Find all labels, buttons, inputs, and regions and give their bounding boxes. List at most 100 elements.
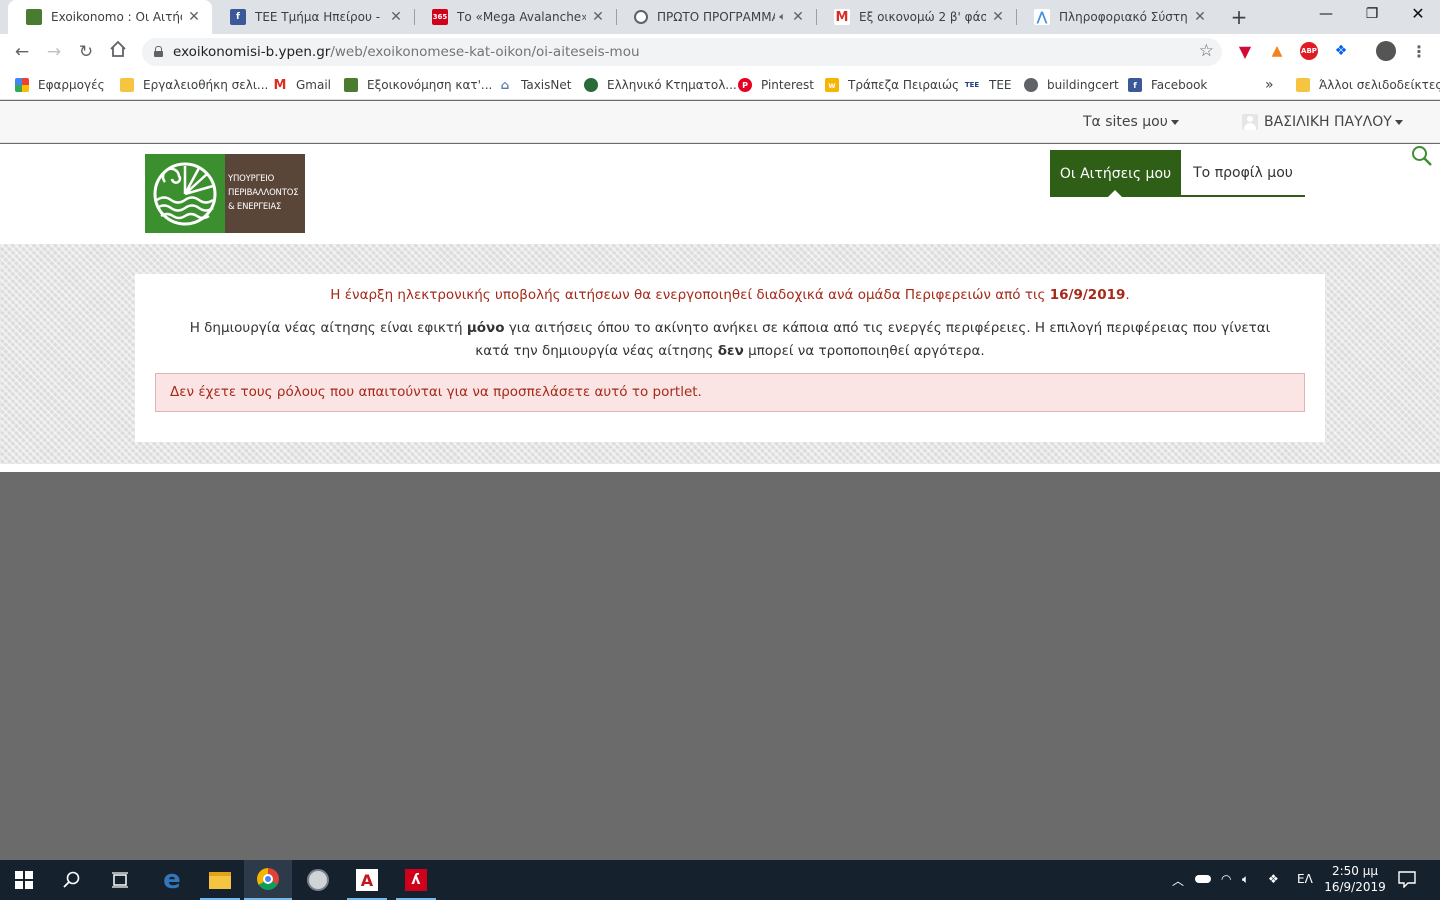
lock-icon xyxy=(154,46,163,57)
365-favicon-icon: 365 xyxy=(432,9,448,25)
start-button[interactable] xyxy=(0,860,48,900)
task-view-icon xyxy=(112,872,128,888)
ktimatologio-icon xyxy=(584,78,598,92)
permission-error-alert: Δεν έχετε τους ρόλους που απαιτούνται γι… xyxy=(155,373,1305,412)
tab-mega-avalanche[interactable]: 365 Το «Mega Avalanche» σε ✕ xyxy=(414,0,616,34)
chrome-icon xyxy=(257,868,279,890)
volume-icon[interactable]: 🔈︎ xyxy=(1242,872,1249,887)
adblock-plus-icon[interactable]: ABP xyxy=(1300,42,1318,60)
bookmark-tee[interactable]: TEE TEE xyxy=(964,76,1012,94)
bookmarks-bar: Εφαρμογές Εργαλειοθήκη σελι... M Gmail Ε… xyxy=(0,70,1440,100)
bookmark-ktimatologio[interactable]: Ελληνικό Κτηματολ... xyxy=(584,76,737,94)
gmail-icon: M xyxy=(273,77,287,93)
notifications-button[interactable] xyxy=(1398,870,1416,891)
task-view-button[interactable] xyxy=(96,860,144,900)
edge-icon: e xyxy=(163,865,181,895)
more-bookmarks-button[interactable]: » xyxy=(1265,76,1274,94)
extension-red-icon[interactable]: ▼ xyxy=(1236,42,1254,61)
autocad-icon: A xyxy=(356,869,378,891)
my-sites-menu[interactable]: Τα sites μου xyxy=(1083,114,1179,130)
facebook-icon: f xyxy=(1128,78,1142,92)
app-globe-icon xyxy=(307,869,329,891)
bookmark-taxisnet[interactable]: ⌂ TaxisNet xyxy=(498,76,572,94)
tab-my-profile[interactable]: Το προφίλ μου xyxy=(1181,150,1305,197)
bookmark-piraeus[interactable]: w Τράπεζα Πειραιώς xyxy=(825,76,959,94)
speaker-icon[interactable]: 🔈︎ xyxy=(779,10,786,24)
tab-my-applications[interactable]: Οι Αιτήσεις μου xyxy=(1050,150,1181,197)
tab-gmail[interactable]: M Εξ οικονομώ 2 β' φάση - ✕ xyxy=(816,0,1016,34)
close-tab-icon[interactable]: ✕ xyxy=(990,9,1006,25)
close-tab-icon[interactable]: ✕ xyxy=(590,9,606,25)
show-hidden-icons-button[interactable]: ︿ xyxy=(1172,872,1184,889)
other-bookmarks-folder[interactable]: Άλλοι σελιδοδείκτες xyxy=(1296,76,1440,94)
back-button[interactable]: ← xyxy=(10,40,34,64)
windows-logo-icon xyxy=(15,871,33,889)
close-window-button[interactable]: ✕ xyxy=(1395,0,1440,30)
caret-down-icon xyxy=(1394,119,1403,125)
reload-button[interactable]: ↻ xyxy=(74,40,98,64)
tab-exoikonomo[interactable]: Exoikonomo : Οι Αιτήσεις ✕ xyxy=(8,0,212,34)
tab-info-system[interactable]: ⋀ Πληροφοριακό Σύστημα ✕ xyxy=(1016,0,1218,34)
clock[interactable]: 2:50 μμ 16/9/2019 xyxy=(1320,863,1390,895)
pinterest-icon: P xyxy=(738,78,752,92)
home-button[interactable] xyxy=(106,40,130,64)
page-viewport: Τα sites μου ΒΑΣΙΛΙΚΗ ΠΑΥΛΟΥ ΥΠΟΥΡΓΕΙΟ Π… xyxy=(0,101,1440,860)
exoikonomo-icon xyxy=(344,78,358,92)
close-tab-icon[interactable]: ✕ xyxy=(790,9,806,25)
onedrive-icon[interactable] xyxy=(1195,875,1211,883)
app-taskbar-button[interactable] xyxy=(294,860,342,900)
url-text[interactable]: exoikonomisi-b.ypen.gr/web/exoikonomese-… xyxy=(173,44,640,60)
language-indicator[interactable]: ΕΛ xyxy=(1297,872,1313,886)
search-taskbar-button[interactable] xyxy=(48,860,96,900)
chrome-menu-icon[interactable]: ⋮ xyxy=(1410,42,1428,61)
bookmark-pinterest[interactable]: P Pinterest xyxy=(738,76,814,94)
acrobat-taskbar-button[interactable]: ʎ xyxy=(392,860,440,900)
search-button[interactable] xyxy=(1410,144,1436,170)
search-icon xyxy=(63,871,80,888)
bookmark-ergaleiothiki[interactable]: Εργαλειοθήκη σελι... xyxy=(120,76,268,94)
close-tab-icon[interactable]: ✕ xyxy=(388,9,404,25)
autocad-taskbar-button[interactable]: A xyxy=(343,860,391,900)
folder-icon xyxy=(209,871,231,889)
close-tab-icon[interactable]: ✕ xyxy=(1192,9,1208,25)
action-center-icon xyxy=(1398,871,1416,889)
ministry-logo[interactable]: ΥΠΟΥΡΓΕΙΟ ΠΕΡΙΒΑΛΛΟΝΤΟΣ & ΕΝΕΡΓΕΙΑΣ xyxy=(145,154,305,233)
wifi-icon[interactable]: ◠ xyxy=(1221,872,1231,886)
bookmark-gmail[interactable]: M Gmail xyxy=(273,76,331,94)
exoikonomo-favicon-icon xyxy=(26,9,42,25)
search-icon xyxy=(1412,146,1432,166)
bookmark-facebook[interactable]: f Facebook xyxy=(1128,76,1207,94)
edge-taskbar-button[interactable]: e xyxy=(148,860,196,900)
minimize-button[interactable]: — xyxy=(1303,0,1349,30)
chrome-taskbar-button[interactable] xyxy=(244,860,292,900)
restore-button[interactable]: ❐ xyxy=(1349,0,1395,30)
bookmark-exoikonomisi[interactable]: Εξοικονόμηση κατ'... xyxy=(344,76,492,94)
new-tab-button[interactable]: + xyxy=(1229,5,1249,29)
profile-avatar[interactable] xyxy=(1376,41,1396,61)
windows-taskbar: e A ʎ ︿ ◠ 🔈︎ ❖ ΕΛ 2:50 μμ 16/9/2019 xyxy=(0,860,1440,900)
dropbox-extension-icon[interactable]: ❖ xyxy=(1332,42,1350,60)
browser-toolbar: ← → ↻ exoikonomisi-b.ypen.gr/web/exoikon… xyxy=(0,34,1440,70)
dropbox-tray-icon[interactable]: ❖ xyxy=(1268,872,1279,886)
tab-tee-ipeirou[interactable]: f ΤΕΕ Τμήμα Ηπείρου - Αρχ ✕ xyxy=(212,0,414,34)
bookmark-buildingcert[interactable]: buildingcert xyxy=(1024,76,1119,94)
portal-top-bar: Τα sites μου ΒΑΣΙΛΙΚΗ ΠΑΥΛΟΥ xyxy=(0,101,1440,143)
user-menu[interactable]: ΒΑΣΙΛΙΚΗ ΠΑΥΛΟΥ xyxy=(1242,114,1403,130)
tab-proto-programma[interactable]: ΠΡΩΤΟ ΠΡΟΓΡΑΜΜΑ 🔈︎ ✕ xyxy=(616,0,816,34)
forward-button[interactable]: → xyxy=(42,40,66,64)
bookmark-star-icon[interactable]: ☆ xyxy=(1199,41,1214,61)
address-bar[interactable]: exoikonomisi-b.ypen.gr/web/exoikonomese-… xyxy=(142,38,1222,66)
home-icon xyxy=(110,40,126,57)
content-area: Η έναρξη ηλεκτρονικής υποβολής αιτήσεων … xyxy=(0,244,1440,464)
user-avatar-icon xyxy=(1242,114,1258,130)
logo-emblem xyxy=(145,154,225,233)
gmail-favicon-icon: M xyxy=(834,9,850,25)
piraeus-icon: w xyxy=(825,78,839,92)
bookmark-apps[interactable]: Εφαρμογές xyxy=(15,76,105,94)
folder-icon xyxy=(120,78,134,92)
vlc-extension-icon[interactable]: ▲ xyxy=(1268,42,1286,60)
facebook-favicon-icon: f xyxy=(230,9,246,25)
file-explorer-button[interactable] xyxy=(196,860,244,900)
logo-text: ΥΠΟΥΡΓΕΙΟ ΠΕΡΙΒΑΛΛΟΝΤΟΣ & ΕΝΕΡΓΕΙΑΣ xyxy=(225,154,305,233)
close-tab-icon[interactable]: ✕ xyxy=(186,9,202,25)
